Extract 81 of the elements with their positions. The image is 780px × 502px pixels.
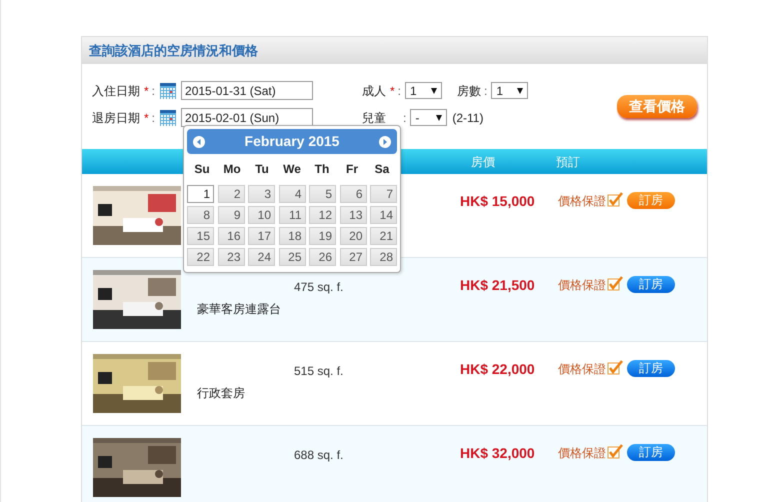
checkmark-icon: [607, 192, 623, 207]
calendar-day[interactable]: 2: [218, 185, 244, 203]
guarantee-label: 價格保證: [558, 277, 606, 294]
calendar-day[interactable]: 27: [340, 248, 366, 266]
calendar-day[interactable]: 19: [309, 227, 336, 245]
weekday-label: Mo: [222, 161, 242, 178]
calendar-day[interactable]: 17: [248, 227, 275, 245]
calendar-day[interactable]: 14: [370, 206, 397, 224]
next-month-icon[interactable]: [378, 136, 391, 148]
room-price: HK$ 22,000: [460, 361, 535, 377]
field-label: 成人: [362, 82, 386, 100]
room-price: HK$ 15,000: [460, 193, 535, 209]
calendar-day[interactable]: 7: [370, 185, 397, 203]
column-header: 預訂: [556, 154, 580, 170]
date-field[interactable]: 2015-01-31 (Sat): [181, 81, 314, 100]
calendar-day[interactable]: 16: [218, 227, 244, 245]
calendar-day[interactable]: 28: [370, 248, 397, 266]
prev-month-icon[interactable]: [193, 136, 205, 148]
calendar-day[interactable]: 4: [278, 185, 306, 203]
calendar-day[interactable]: 13: [340, 206, 366, 224]
required-mark: *: [144, 82, 149, 100]
room-size: 515 sq. f.: [294, 363, 344, 380]
field-label: 入住日期: [92, 82, 140, 100]
calendar-day[interactable]: 25: [278, 248, 306, 266]
calendar-day[interactable]: 5: [309, 185, 336, 203]
calendar-icon[interactable]: [159, 108, 178, 126]
guarantee-label: 價格保證: [558, 445, 606, 462]
guarantee-label: 價格保證: [558, 193, 606, 210]
book-button[interactable]: 訂房: [627, 276, 675, 293]
calendar-day[interactable]: 3: [248, 185, 275, 203]
calendar-day[interactable]: 11: [278, 206, 306, 224]
select-field[interactable]: 1: [405, 82, 442, 99]
weekday-label: Fr: [345, 161, 359, 178]
room-price: HK$ 32,000: [460, 445, 535, 461]
room-name: 豪華客房連露台: [197, 301, 282, 318]
calendar-day[interactable]: 6: [340, 185, 366, 203]
calendar-day[interactable]: 10: [248, 206, 275, 224]
required-mark: *: [390, 82, 395, 100]
guarantee-label: 價格保證: [558, 361, 606, 378]
room-name: 行政套房: [197, 385, 246, 402]
calendar-day[interactable]: 22: [187, 248, 214, 266]
weekday-label: Th: [314, 161, 330, 178]
calendar-day[interactable]: 24: [248, 248, 275, 266]
column-header: 房價: [471, 154, 495, 170]
month-title: February 2015: [244, 132, 340, 151]
calendar-day[interactable]: 12: [309, 206, 336, 224]
field-label: 兒童: [362, 110, 386, 126]
calendar-day[interactable]: 15: [187, 227, 214, 245]
weekday-label: We: [282, 161, 302, 178]
select-field[interactable]: 1: [491, 82, 528, 99]
checkmark-icon: [607, 360, 623, 375]
weekday-label: Sa: [374, 161, 390, 178]
room-price: HK$ 21,500: [460, 277, 535, 293]
calendar-day[interactable]: 1: [187, 185, 214, 203]
calendar-day[interactable]: 21: [370, 227, 397, 245]
checkmark-icon: [607, 276, 623, 291]
field-label: 房數: [457, 82, 482, 100]
calendar-day[interactable]: 26: [309, 248, 336, 266]
weekday-label: Su: [193, 161, 211, 178]
weekday-label: Tu: [254, 161, 270, 178]
age-hint: (2-11): [452, 110, 484, 126]
room-size: 475 sq. f.: [294, 279, 344, 296]
calendar-day[interactable]: 8: [187, 206, 214, 224]
select-field[interactable]: -: [410, 109, 448, 126]
calendar-day[interactable]: 23: [218, 248, 244, 266]
colon: :: [484, 82, 488, 100]
room-size: 688 sq. f.: [294, 447, 344, 464]
calendar-day[interactable]: 9: [218, 206, 244, 224]
colon: :: [152, 82, 156, 100]
panel-title: 查詢該酒店的空房情況和價格: [89, 43, 258, 58]
calendar-day[interactable]: 18: [278, 227, 306, 245]
colon: :: [403, 110, 406, 126]
book-button[interactable]: 訂房: [627, 444, 675, 461]
required-mark: *: [144, 110, 149, 126]
calendar-icon[interactable]: [159, 82, 178, 100]
colon: :: [152, 110, 156, 126]
calendar-day[interactable]: 20: [340, 227, 366, 245]
colon: :: [398, 82, 402, 100]
checkmark-icon: [607, 444, 623, 459]
field-label: 退房日期: [92, 110, 140, 126]
book-button[interactable]: 訂房: [627, 360, 675, 377]
